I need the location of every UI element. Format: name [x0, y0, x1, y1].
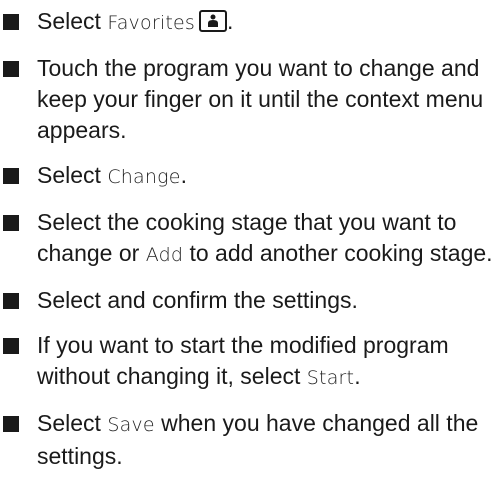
- step-text: Select: [37, 410, 108, 436]
- bullet-square-icon: [3, 168, 19, 184]
- ui-term-start: Start: [306, 367, 355, 389]
- bullet-square-icon: [3, 338, 19, 354]
- step-text-end: .: [354, 363, 361, 389]
- list-item-select-cooking-stage: Select the cooking stage that you want t…: [0, 207, 493, 271]
- step-text: If you want to start the modified progra…: [37, 332, 449, 389]
- bullet-square-icon: [3, 293, 19, 309]
- list-item-start-program: If you want to start the modified progra…: [0, 330, 493, 394]
- ui-term-favorites: Favorites: [107, 12, 195, 34]
- bullet-square-icon: [3, 215, 19, 231]
- step-text-end: .: [180, 162, 188, 188]
- list-item-select-change: Select Change.: [0, 160, 493, 193]
- step-text-end: to add another cooking stage.: [183, 240, 493, 266]
- favorites-icon: [198, 10, 227, 32]
- ui-term-save: Save: [107, 414, 155, 436]
- list-item-select-favorites: Select Favorites.: [0, 6, 493, 39]
- bullet-square-icon: [3, 14, 19, 30]
- ui-term-change: Change: [107, 166, 181, 188]
- ui-term-add: Add: [145, 244, 184, 266]
- bullet-square-icon: [3, 416, 19, 432]
- step-text: Select: [37, 162, 108, 188]
- instruction-list: Select Favorites. Touch the program you …: [0, 6, 493, 486]
- list-item-save-settings: Select Save when you have changed all th…: [0, 408, 493, 472]
- bullet-square-icon: [3, 61, 19, 77]
- step-text: Touch the program you want to change and…: [37, 55, 484, 143]
- step-text-end: .: [226, 8, 234, 34]
- step-text: Select and confirm the settings.: [37, 287, 358, 313]
- list-item-confirm-settings: Select and confirm the settings.: [0, 285, 493, 316]
- step-text: Select: [37, 8, 108, 34]
- list-item-touch-program: Touch the program you want to change and…: [0, 53, 493, 146]
